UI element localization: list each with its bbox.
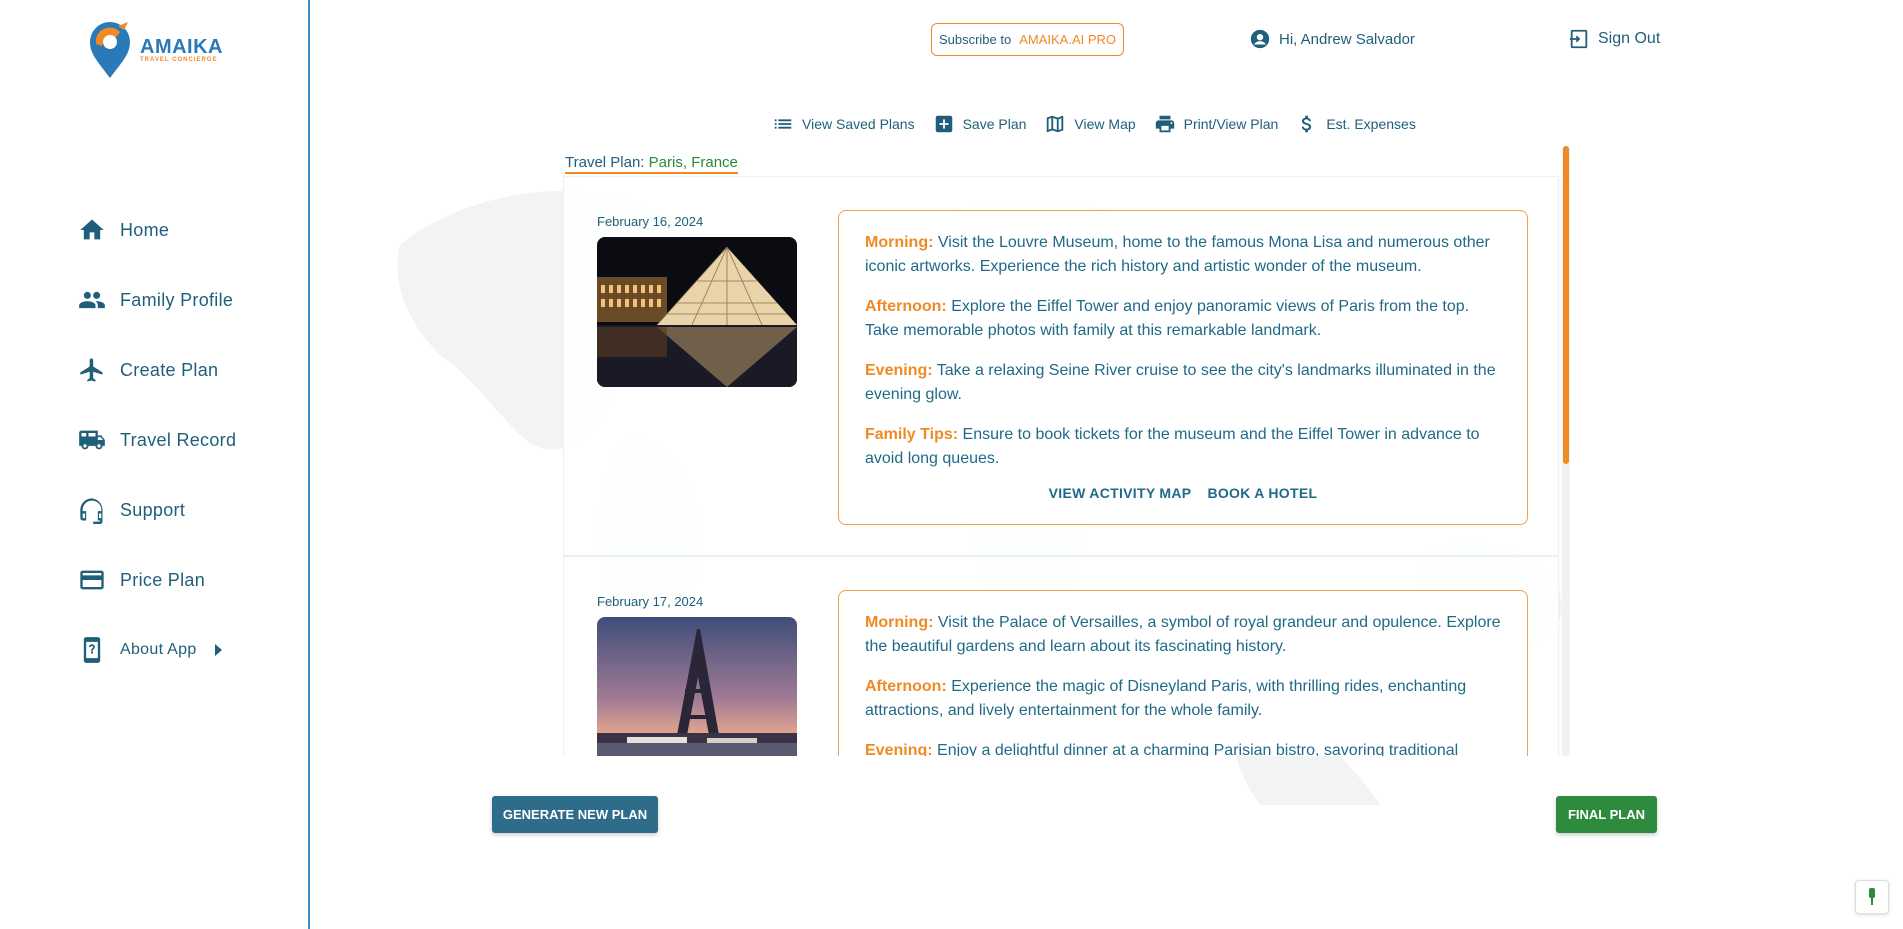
view-map-label: View Map: [1074, 116, 1136, 132]
account-circle-icon: [1250, 29, 1270, 49]
print-view-plan-label: Print/View Plan: [1183, 116, 1279, 132]
day-card: February 17, 2024 Morning: Visit the Pal…: [563, 556, 1559, 756]
day-photo-louvre: [597, 237, 797, 387]
itinerary-scroll-area[interactable]: February 16, 2024 Morning: Visit the Lou…: [563, 176, 1566, 756]
family-tips-text: Ensure to book tickets for the museum an…: [865, 426, 1480, 467]
afternoon-activity: Afternoon: Experience the magic of Disne…: [865, 675, 1501, 723]
sidebar-nav: Home Family Profile Create Plan Travel R…: [78, 195, 236, 685]
sign-out-label: Sign Out: [1598, 30, 1661, 47]
sidebar-item-home[interactable]: Home: [78, 195, 236, 265]
evening-text: Take a relaxing Seine River cruise to se…: [865, 362, 1496, 403]
subscribe-pro-button[interactable]: Subscribe to AMAIKA.AI PRO: [931, 23, 1124, 56]
sidebar-item-label: About App: [120, 641, 197, 658]
accessibility-widget[interactable]: [1855, 880, 1889, 914]
logout-icon: [1569, 29, 1588, 49]
plan-separator: ,: [682, 154, 692, 171]
headset-icon: [80, 498, 103, 524]
save-plan-label: Save Plan: [962, 116, 1027, 132]
brand-tagline: TRAVEL CONCIERGE: [140, 57, 218, 63]
eiffel-tower-photo: [597, 617, 797, 756]
morning-activity: Morning: Visit the Palace of Versailles,…: [865, 611, 1501, 659]
morning-text: Visit the Palace of Versailles, a symbol…: [865, 614, 1501, 655]
bus-icon: [79, 430, 105, 450]
subscribe-brand: AMAIKA.AI PRO: [1019, 32, 1117, 47]
list-icon: [774, 119, 792, 129]
accessibility-icon: [1869, 888, 1875, 905]
plan-city: Paris: [648, 154, 683, 171]
estimated-expenses-button[interactable]: Est. Expenses: [1296, 113, 1416, 135]
caret-right-icon: [214, 644, 222, 656]
plan-title: Travel Plan: Paris, France: [565, 154, 738, 174]
day-activities-card: Morning: Visit the Louvre Museum, home t…: [838, 210, 1528, 525]
greeting-text: Hi, Andrew Salvador: [1279, 30, 1415, 48]
sidebar-item-family-profile[interactable]: Family Profile: [78, 265, 236, 335]
view-activity-map-link[interactable]: VIEW ACTIVITY MAP: [1049, 485, 1192, 501]
plan-title-prefix: Travel Plan:: [565, 154, 649, 171]
sign-out-button[interactable]: Sign Out: [1568, 28, 1660, 50]
day-photo-eiffel: [597, 617, 797, 756]
airplane-icon: [80, 358, 103, 382]
logo-pin-icon: [84, 20, 136, 80]
day-activities-card: Morning: Visit the Palace of Versailles,…: [838, 590, 1528, 756]
afternoon-text: Explore the Eiffel Tower and enjoy panor…: [865, 298, 1470, 339]
phone-help-icon: [83, 637, 101, 663]
home-icon: [80, 219, 104, 240]
day-date: February 17, 2024: [597, 594, 704, 609]
sidebar-item-label: Create Plan: [120, 359, 219, 380]
print-view-plan-button[interactable]: Print/View Plan: [1154, 113, 1279, 135]
family-tips-label: Family Tips:: [865, 426, 959, 443]
sidebar-item-label: Travel Record: [120, 429, 237, 450]
sidebar-item-label: Price Plan: [120, 569, 206, 590]
sidebar: AMAIKA TRAVEL CONCIERGE Home Family Prof…: [0, 0, 310, 929]
brand-logo[interactable]: AMAIKA TRAVEL CONCIERGE: [84, 20, 223, 80]
printer-icon: [1155, 115, 1174, 133]
morning-label: Morning:: [865, 614, 934, 631]
afternoon-activity: Afternoon: Explore the Eiffel Tower and …: [865, 295, 1501, 343]
credit-card-icon: [80, 570, 104, 590]
add-box-icon: [935, 115, 952, 133]
day-date: February 16, 2024: [597, 214, 704, 229]
evening-label: Evening:: [865, 362, 933, 379]
sidebar-item-price-plan[interactable]: Price Plan: [78, 545, 236, 615]
morning-activity: Morning: Visit the Louvre Museum, home t…: [865, 231, 1501, 279]
day-card: February 16, 2024 Morning: Visit the Lou…: [563, 176, 1559, 556]
subscribe-prefix: Subscribe to: [938, 32, 1012, 47]
final-plan-button[interactable]: FINAL PLAN: [1556, 796, 1657, 833]
louvre-pyramid-photo: [597, 237, 797, 387]
family-tips: Family Tips: Ensure to book tickets for …: [865, 423, 1501, 471]
book-hotel-link[interactable]: BOOK A HOTEL: [1207, 485, 1317, 501]
plan-toolbar: View Saved Plans Save Plan View Map Prin…: [772, 113, 1416, 135]
afternoon-label: Afternoon:: [865, 678, 947, 695]
evening-label: Evening:: [865, 742, 933, 756]
day-card-links: VIEW ACTIVITY MAP BOOK A HOTEL: [865, 485, 1501, 501]
save-plan-button[interactable]: Save Plan: [933, 113, 1027, 135]
sidebar-item-label: Family Profile: [120, 289, 234, 310]
afternoon-label: Afternoon:: [865, 298, 947, 315]
evening-activity: Evening: Take a relaxing Seine River cru…: [865, 359, 1501, 407]
people-icon: [79, 291, 105, 309]
sidebar-item-travel-record[interactable]: Travel Record: [78, 405, 236, 475]
view-saved-plans-label: View Saved Plans: [802, 116, 915, 132]
morning-label: Morning:: [865, 234, 934, 251]
generate-new-plan-button[interactable]: GENERATE NEW PLAN: [492, 796, 658, 833]
sidebar-item-label: Support: [120, 499, 186, 520]
plan-country: France: [691, 154, 738, 171]
afternoon-text: Experience the magic of Disneyland Paris…: [865, 678, 1467, 719]
sidebar-item-label: Home: [120, 219, 170, 240]
brand-name: AMAIKA: [140, 36, 223, 58]
map-icon: [1047, 115, 1064, 133]
estimated-expenses-label: Est. Expenses: [1326, 116, 1416, 132]
dollar-icon: [1302, 115, 1312, 133]
evening-activity: Evening: Enjoy a delightful dinner at a …: [865, 739, 1501, 756]
evening-text: Enjoy a delightful dinner at a charming …: [937, 742, 1459, 756]
morning-text: Visit the Louvre Museum, home to the fam…: [865, 234, 1490, 275]
view-saved-plans-button[interactable]: View Saved Plans: [772, 113, 915, 135]
sidebar-item-support[interactable]: Support: [78, 475, 236, 545]
view-map-button[interactable]: View Map: [1044, 113, 1136, 135]
sidebar-item-create-plan[interactable]: Create Plan: [78, 335, 236, 405]
sidebar-item-about-app[interactable]: About App: [78, 615, 236, 685]
user-greeting[interactable]: Hi, Andrew Salvador: [1249, 28, 1415, 50]
scrollbar-thumb[interactable]: [1563, 146, 1569, 464]
